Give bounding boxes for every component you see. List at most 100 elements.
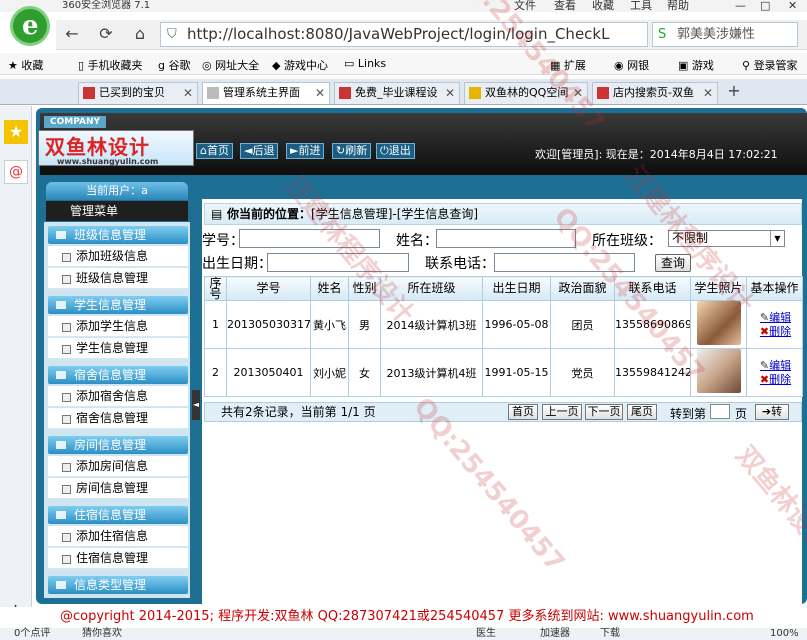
student-table: 序号 学号 姓名 性别 所在班级 出生日期 政治面貌 联系电话 学生照片 基本操… [204, 276, 803, 397]
section-student[interactable]: 学生信息管理 [48, 296, 188, 314]
sidebar-item-add-room[interactable]: 添加房间信息 [48, 456, 188, 477]
refresh-icon[interactable]: ⟳ [94, 23, 118, 45]
search-engine-icon: S [658, 27, 667, 42]
address-bar[interactable]: ⛉ http://localhost:8080/JavaWebProject/lo… [160, 22, 648, 47]
cell-birth: 1991-05-15 [482, 348, 551, 397]
section-class[interactable]: 班级信息管理 [48, 226, 188, 244]
back-icon[interactable]: ← [60, 23, 84, 45]
sidebar-item-room-manage[interactable]: 房间信息管理 [48, 478, 188, 499]
mail-icon[interactable]: @ [4, 160, 28, 184]
status-zoom[interactable]: 100% [770, 628, 799, 640]
go-button[interactable]: ➔转 [755, 404, 789, 420]
phone-input[interactable] [494, 253, 635, 272]
next-page-button[interactable]: 下一页 [585, 404, 623, 420]
col-photo: 学生照片 [690, 276, 747, 301]
status-bar: 0个点评 猜你喜欢 医生 加速器 下载 100% [0, 628, 807, 640]
query-button[interactable]: 查询 [655, 254, 691, 272]
cell-class: 2014级计算机3班 [380, 300, 483, 349]
tab-qzone[interactable]: 双鱼林的QQ空间 ✕ [464, 82, 588, 104]
sidebar-item-class-manage[interactable]: 班级信息管理 [48, 268, 188, 289]
sidebar-item-lodging-manage[interactable]: 住宿信息管理 [48, 548, 188, 569]
menu-tools[interactable]: 工具 [630, 0, 652, 12]
delete-link[interactable]: ✖删除 [749, 325, 802, 339]
fav-games[interactable]: ◆ 游戏中心 [272, 57, 328, 73]
close-tab-icon[interactable]: ✕ [183, 83, 193, 103]
tab-purchased[interactable]: 已买到的宝贝 ✕ [78, 82, 198, 104]
edit-link[interactable]: ✎编辑 [749, 359, 802, 373]
col-class: 所在班级 [380, 276, 483, 301]
status-guess[interactable]: 猜你喜欢 [82, 628, 122, 640]
first-page-button[interactable]: 首页 [508, 404, 538, 420]
section-room[interactable]: 房间信息管理 [48, 436, 188, 454]
sidebar-item-add-lodging[interactable]: 添加住宿信息 [48, 526, 188, 547]
fav-links[interactable]: ▭ Links [344, 57, 386, 70]
status-download[interactable]: 下载 [600, 628, 620, 640]
fav-mobile[interactable]: ▯ 手机收藏夹 [78, 57, 143, 73]
close-tab-icon[interactable]: ✕ [445, 83, 455, 103]
birth-input[interactable] [267, 253, 409, 272]
tab-shop-search[interactable]: 店内搜索页-双鱼 ✕ [592, 82, 718, 104]
tab-graduation[interactable]: 免费_毕业课程设 ✕ [334, 82, 460, 104]
section-lodging[interactable]: 住宿信息管理 [48, 506, 188, 524]
fav-sites[interactable]: ◎ 网址大全 [202, 57, 259, 73]
maximize-button[interactable]: □ [760, 0, 770, 12]
search-box[interactable]: S 郭美美涉嫌性 [652, 22, 798, 47]
class-select[interactable]: 不限制 ▼ [668, 230, 785, 247]
fav-login[interactable]: ⚲ 登录管家 [742, 57, 798, 73]
fav-extensions[interactable]: ▦ 扩展 [550, 57, 586, 73]
fav-bank[interactable]: ◉ 网银 [614, 57, 649, 73]
sidebar-item-dorm-manage[interactable]: 宿舍信息管理 [48, 408, 188, 429]
browser-titlebar: 360安全浏览器 7.1 文件 查看 收藏 工具 帮助 — □ ✕ [0, 0, 807, 12]
close-tab-icon[interactable]: ✕ [573, 83, 583, 103]
section-info-type[interactable]: 信息类型管理 [48, 576, 188, 594]
close-window-button[interactable]: ✕ [788, 0, 797, 12]
nav-forward-button[interactable]: ►前进 [286, 143, 325, 159]
sidebar-item-add-class[interactable]: 添加班级信息 [48, 246, 188, 267]
side-rail: ★ @ + [0, 106, 32, 626]
fav-google[interactable]: g 谷歌 [158, 57, 190, 73]
status-accelerator[interactable]: 加速器 [540, 628, 570, 640]
close-tab-icon[interactable]: ✕ [315, 83, 325, 103]
page-number-input[interactable] [710, 404, 730, 419]
company-label: COMPANY [44, 116, 106, 128]
welcome-text: 欢迎[管理员]: 现在是：2014年8月4日 17:02:21 [535, 148, 778, 161]
nav-home-button[interactable]: ⌂首页 [196, 143, 233, 159]
home-icon[interactable]: ⌂ [128, 23, 152, 45]
cell-phone: 13558690869 [614, 300, 691, 349]
sidebar-item-add-student[interactable]: 添加学生信息 [48, 316, 188, 337]
prev-page-button[interactable]: 上一页 [542, 404, 582, 420]
status-doctor[interactable]: 医生 [476, 628, 496, 640]
delete-link[interactable]: ✖删除 [749, 373, 802, 387]
close-tab-icon[interactable]: ✕ [703, 83, 713, 103]
nav-logout-button[interactable]: ⏻退出 [376, 143, 415, 159]
menu-view[interactable]: 查看 [554, 0, 576, 12]
star-icon[interactable]: ★ [4, 120, 28, 144]
cell-name: 刘小妮 [310, 348, 349, 397]
edit-link[interactable]: ✎编辑 [749, 311, 802, 325]
sidebar-item-student-manage[interactable]: 学生信息管理 [48, 338, 188, 359]
fav-collect[interactable]: ★ 收藏 [8, 57, 43, 73]
student-photo[interactable] [696, 301, 741, 345]
nav-back-button[interactable]: ◄后退 [240, 143, 279, 159]
new-tab-icon[interactable]: + [722, 80, 746, 102]
student-photo[interactable] [696, 349, 741, 393]
name-input[interactable] [436, 229, 576, 248]
sidebar-toggle-icon[interactable]: ◄ [192, 390, 200, 420]
last-page-button[interactable]: 尾页 [627, 404, 657, 420]
cell-index: 1 [204, 300, 227, 349]
menu-file[interactable]: 文件 [514, 0, 536, 12]
student-no-input[interactable] [239, 229, 380, 248]
col-student-no: 学号 [226, 276, 311, 301]
tab-bar: 已买到的宝贝 ✕ 管理系统主界面 ✕ 免费_毕业课程设 ✕ 双鱼林的QQ空间 ✕ 店内搜… [0, 79, 807, 105]
menu-favorites[interactable]: 收藏 [592, 0, 614, 12]
status-comments[interactable]: 0个点评 [14, 628, 50, 640]
nav-refresh-button[interactable]: ↻刷新 [332, 143, 372, 159]
minimize-button[interactable]: — [735, 0, 746, 12]
fav-game2[interactable]: ▣ 游戏 [678, 57, 714, 73]
tab-admin-main[interactable]: 管理系统主界面 ✕ [202, 82, 330, 104]
sidebar-item-add-dorm[interactable]: 添加宿舍信息 [48, 386, 188, 407]
browser-logo-icon: e [10, 6, 50, 46]
logo-text: 双鱼林设计 [45, 135, 150, 159]
section-dorm[interactable]: 宿舍信息管理 [48, 366, 188, 384]
menu-help[interactable]: 帮助 [667, 0, 689, 12]
